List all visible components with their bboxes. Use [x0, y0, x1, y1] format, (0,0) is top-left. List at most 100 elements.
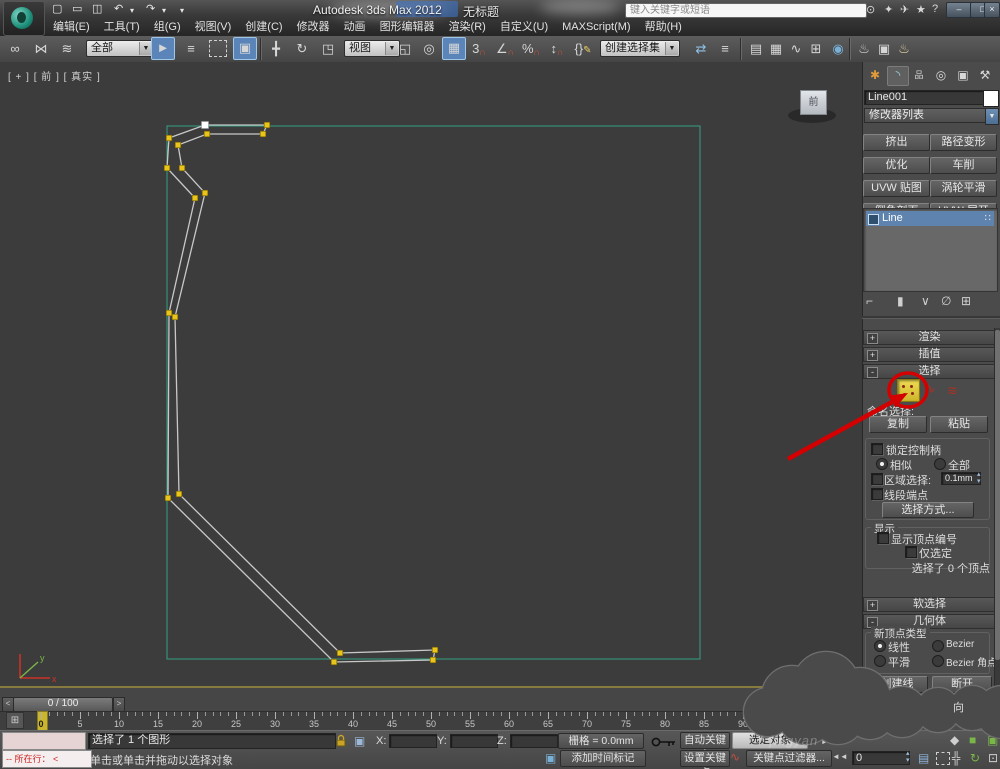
show-vertex-numbers-checkbox[interactable] — [877, 532, 889, 544]
region-select-icon[interactable] — [209, 40, 227, 57]
dropdown-arrow-icon[interactable]: ▼ — [665, 42, 678, 55]
previous-key-icon[interactable]: ◄◄ — [832, 752, 848, 761]
quick-access-menu-icon[interactable]: ▾ — [180, 4, 184, 18]
modifier-list-arrow-icon[interactable]: ▼ — [985, 108, 999, 125]
keyboard-override-toggle[interactable]: ▦ — [442, 37, 466, 60]
use-pivot-center-icon[interactable]: ◱ — [394, 38, 416, 59]
all-radio[interactable] — [934, 458, 946, 470]
sign-in-icon[interactable]: ✦ — [884, 3, 893, 16]
menu-item-1[interactable]: 工具(T) — [97, 19, 147, 36]
redo-icon[interactable]: ↷ — [146, 2, 155, 16]
percent-snap-icon[interactable]: %∩ — [520, 38, 542, 59]
edit-named-selections-icon[interactable]: {}✎ — [572, 38, 594, 59]
object-color-swatch[interactable] — [983, 90, 999, 107]
selection-filter-dropdown[interactable]: 全部 ▼ — [86, 40, 154, 57]
modifier-button-5[interactable]: UVW 贴图 — [863, 180, 930, 197]
x-coordinate-field[interactable] — [389, 734, 437, 748]
modifier-button-2[interactable]: 路径变形 — [930, 134, 997, 151]
maxscript-listener-pane[interactable]: -- 所在行： < — [2, 750, 92, 768]
make-unique-icon[interactable]: ∨ — [921, 294, 930, 308]
paste-button[interactable]: 粘贴 — [930, 416, 988, 433]
spline-subobject-icon[interactable]: ≋ — [947, 384, 958, 398]
rendered-frame-icon[interactable]: ▣ — [873, 38, 895, 59]
time-configuration-icon[interactable]: ▤ — [918, 751, 929, 765]
open-file-icon[interactable]: ▭ — [72, 2, 82, 16]
zoom-region-icon[interactable] — [936, 752, 950, 765]
undo-icon[interactable]: ↶ — [114, 2, 123, 16]
zoom-extents-all-icon[interactable]: ▣ — [987, 733, 998, 747]
selection-lock-icon[interactable] — [334, 734, 348, 748]
area-selection-checkbox[interactable] — [871, 473, 883, 485]
auto-key-button[interactable]: 自动关键点 — [680, 732, 730, 761]
zoom-extents-icon[interactable]: ■ — [969, 733, 976, 747]
rollout-interpolation[interactable]: + 插值 — [863, 347, 996, 362]
absolute-mode-icon[interactable]: ▣ — [354, 734, 365, 748]
snap-toggle-3d-icon[interactable]: 3∩ — [468, 38, 490, 59]
minimize-button[interactable]: – — [946, 2, 972, 18]
modifier-stack[interactable]: Line ∷ — [863, 208, 998, 292]
menu-item-10[interactable]: MAXScript(M) — [555, 19, 637, 36]
frame-spinner-icon[interactable]: ▴ ▾ — [906, 750, 910, 764]
area-spinner-icon[interactable]: ▴ ▾ — [977, 471, 981, 485]
menu-item-4[interactable]: 创建(C) — [238, 19, 289, 36]
show-end-result-icon[interactable]: ▮ — [897, 294, 904, 308]
tab-utilities-icon[interactable]: ⚒ — [975, 66, 995, 84]
select-and-manipulate-icon[interactable]: ◎ — [418, 38, 440, 59]
area-threshold-field[interactable]: 0.1mm — [941, 472, 981, 485]
app-logo[interactable] — [3, 1, 45, 36]
tab-modify-icon[interactable]: ◝ — [887, 66, 909, 86]
favorites-icon[interactable]: ★ — [916, 3, 926, 16]
set-keys-key-icon[interactable] — [650, 736, 678, 748]
modifier-button-1[interactable]: 挤出 — [863, 134, 930, 151]
orbit-icon[interactable]: ↻ — [970, 751, 980, 765]
segment-end-checkbox[interactable] — [871, 488, 883, 500]
lock-handles-checkbox[interactable] — [871, 443, 883, 455]
bezier-corner-radio[interactable] — [932, 655, 944, 667]
communication-icon[interactable]: ✈ — [900, 3, 909, 16]
panel-scrollbar[interactable] — [994, 328, 1000, 728]
rollout-soft-selection[interactable]: + 软选择 — [863, 597, 996, 612]
menu-item-7[interactable]: 图形编辑器 — [373, 19, 442, 36]
search-input[interactable]: 键入关键字或短语 — [625, 3, 867, 18]
vertex-subobject-button[interactable] — [897, 379, 920, 402]
tab-display-icon[interactable]: ▣ — [953, 66, 973, 84]
tab-hierarchy-icon[interactable]: 品 — [909, 66, 929, 84]
select-and-link-icon[interactable]: ∞ — [4, 38, 26, 59]
curve-editor-icon[interactable]: ∿ — [785, 38, 807, 59]
menu-item-11[interactable]: 帮助(H) — [638, 19, 689, 36]
configure-modifier-sets-icon[interactable]: ⊞ — [961, 294, 971, 308]
redo-caret-icon[interactable]: ▾ — [162, 4, 166, 18]
current-frame-field[interactable]: 0 — [852, 751, 910, 765]
menu-item-5[interactable]: 修改器 — [290, 19, 337, 36]
search-icon[interactable]: ⊙ — [866, 3, 875, 16]
menu-item-8[interactable]: 渲染(R) — [442, 19, 493, 36]
tab-create-icon[interactable]: ✱ — [865, 66, 885, 84]
material-editor-icon[interactable]: ◉ — [827, 38, 849, 59]
tab-motion-icon[interactable]: ◎ — [931, 66, 951, 84]
z-coordinate-field[interactable] — [510, 734, 558, 748]
graphite-ribbon-icon[interactable]: ▦ — [765, 38, 787, 59]
align-icon[interactable]: ≡ — [714, 38, 736, 59]
help-icon[interactable]: ? — [932, 3, 938, 15]
menu-item-0[interactable]: 编辑(E) — [46, 19, 97, 36]
create-line-button[interactable]: 创建线 — [866, 676, 928, 693]
key-filters-button[interactable]: 关键点过滤器... — [746, 750, 832, 767]
bezier-radio[interactable] — [932, 640, 944, 652]
time-slider[interactable]: 0 / 100 — [13, 697, 113, 712]
remove-modifier-icon[interactable]: ∅ — [941, 294, 951, 308]
zoom-icon[interactable]: ◆ — [950, 733, 959, 747]
set-key-button[interactable]: 设置关键点 — [680, 750, 730, 769]
modifier-button-6[interactable]: 涡轮平滑 — [930, 180, 997, 197]
selected-only-checkbox[interactable] — [905, 546, 917, 558]
modifier-button-4[interactable]: 车削 — [930, 157, 997, 174]
menu-item-2[interactable]: 组(G) — [147, 19, 188, 36]
alike-radio[interactable] — [876, 458, 888, 470]
select-and-move-icon[interactable]: ╋ — [265, 38, 287, 59]
render-setup-icon[interactable]: ♨ — [853, 38, 875, 59]
segment-subobject-icon[interactable]: ∿ — [925, 382, 936, 396]
select-by-name-icon[interactable]: ≡ — [180, 38, 202, 59]
rollout-render[interactable]: + 渲染 — [863, 330, 996, 345]
schematic-view-icon[interactable]: ⊞ — [805, 38, 827, 59]
key-pointer-icon[interactable]: ► — [820, 733, 832, 747]
close-button[interactable]: × — [984, 2, 1000, 18]
